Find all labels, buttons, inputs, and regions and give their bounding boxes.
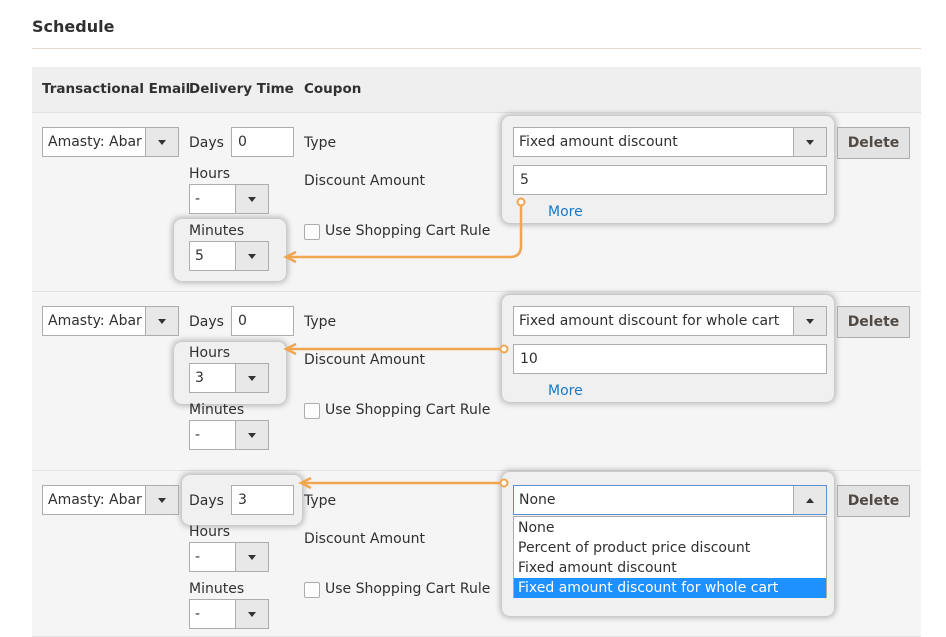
arrow-coupon-to-minutes (289, 203, 523, 259)
arrow-origin-dot (516, 197, 526, 207)
annotation-arrows (283, 197, 526, 490)
arrow-origin-dot (499, 344, 509, 354)
arrow-origin-dot (499, 478, 509, 488)
